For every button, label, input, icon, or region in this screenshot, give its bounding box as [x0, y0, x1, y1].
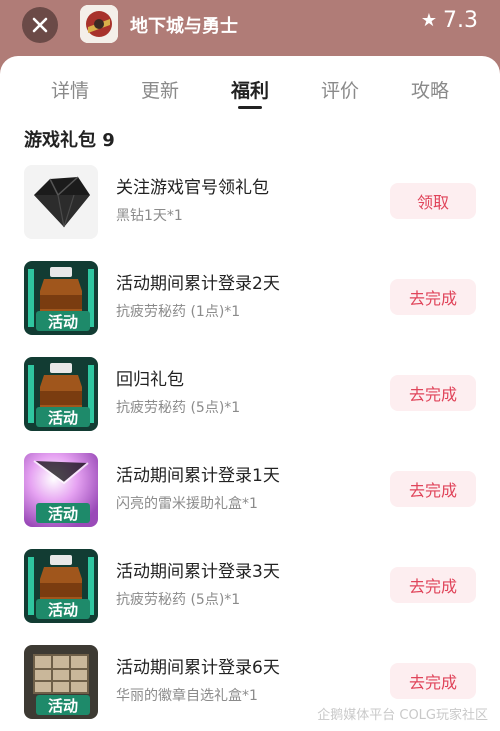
rating-value: 7.3	[443, 8, 478, 33]
potion-thumb: 活动	[24, 357, 98, 431]
item-title: 活动期间累计登录3天	[116, 562, 280, 582]
watermark: 企鹅媒体平台 COLG玩家社区	[317, 708, 488, 723]
star-icon: ★	[420, 10, 437, 31]
black-diamond-thumb	[24, 165, 98, 239]
close-icon	[32, 17, 48, 33]
item-reward: 抗疲劳秘药 (5点)*1	[116, 400, 241, 416]
gift-item: 活动 回归礼包 抗疲劳秘药 (5点)*1 去完成	[24, 357, 476, 431]
gift-item: 活动 活动期间累计登录1天 闪亮的雷米援助礼盒*1 去完成	[24, 453, 476, 527]
header-bar: 地下城与勇士 ★ 7.3	[0, 0, 500, 60]
activity-tag: 活动	[48, 505, 78, 523]
item-reward: 华丽的徽章自选礼盒*1	[116, 688, 258, 704]
app-title: 地下城与勇士	[130, 16, 238, 37]
close-button[interactable]	[22, 7, 58, 43]
item-reward: 黑钻1天*1	[116, 208, 183, 224]
go-complete-button[interactable]: 去完成	[390, 279, 476, 315]
gift-item: 活动 活动期间累计登录2天 抗疲劳秘药 (1点)*1 去完成	[24, 261, 476, 335]
gift-item: 活动 活动期间累计登录3天 抗疲劳秘药 (5点)*1 去完成	[24, 549, 476, 623]
item-reward: 抗疲劳秘药 (1点)*1	[116, 304, 241, 320]
tab-bar: 详情 更新 福利 评价 攻略	[0, 76, 500, 110]
tab-welfare[interactable]: 福利	[210, 76, 290, 110]
item-title: 活动期间累计登录1天	[116, 466, 280, 486]
tab-details[interactable]: 详情	[30, 76, 110, 110]
go-complete-button[interactable]: 去完成	[390, 663, 476, 699]
item-reward: 抗疲劳秘药 (5点)*1	[116, 592, 241, 608]
tab-reviews[interactable]: 评价	[300, 76, 380, 110]
welfare-sheet: 详情 更新 福利 评价 攻略 游戏礼包 9 关注游戏官号领礼包 黑钻1天*1 领…	[0, 56, 500, 731]
potion-thumb: 活动	[24, 261, 98, 335]
rating: ★ 7.3	[421, 8, 478, 33]
activity-tag: 活动	[48, 697, 78, 715]
item-title: 关注游戏官号领礼包	[116, 178, 269, 198]
section-title: 游戏礼包 9	[24, 130, 115, 151]
activity-tag: 活动	[48, 409, 78, 427]
go-complete-button[interactable]: 去完成	[390, 375, 476, 411]
item-title: 活动期间累计登录6天	[116, 658, 280, 678]
tab-guides[interactable]: 攻略	[390, 76, 470, 110]
claim-button[interactable]: 领取	[390, 183, 476, 219]
go-complete-button[interactable]: 去完成	[390, 471, 476, 507]
item-reward: 闪亮的雷米援助礼盒*1	[116, 496, 258, 512]
gift-item: 关注游戏官号领礼包 黑钻1天*1 领取	[24, 165, 476, 239]
go-complete-button[interactable]: 去完成	[390, 567, 476, 603]
activity-tag: 活动	[48, 601, 78, 619]
activity-tag: 活动	[48, 313, 78, 331]
item-title: 回归礼包	[116, 370, 184, 390]
app-icon	[80, 5, 118, 43]
tab-updates[interactable]: 更新	[120, 76, 200, 110]
potion-thumb: 活动	[24, 549, 98, 623]
gift-box-thumb: 活动	[24, 453, 98, 527]
badge-box-thumb: 活动	[24, 645, 98, 719]
item-title: 活动期间累计登录2天	[116, 274, 280, 294]
